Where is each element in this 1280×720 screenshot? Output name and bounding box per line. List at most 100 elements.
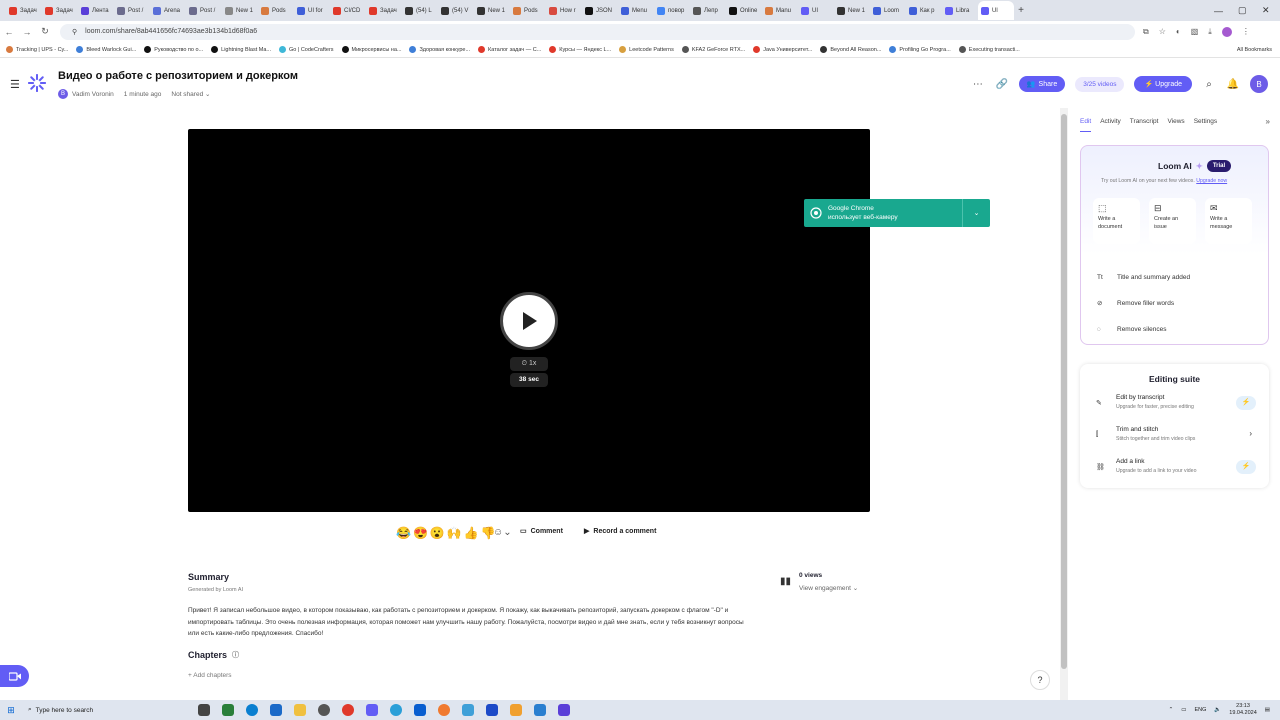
- add-link-row[interactable]: ⛓ Add a link Upgrade to add a link to yo…: [1096, 458, 1256, 482]
- hamburger-icon[interactable]: ☰: [10, 78, 20, 91]
- reaction-emoji[interactable]: 👍: [464, 526, 479, 540]
- view-engagement-dropdown[interactable]: View engagement ⌄: [799, 584, 858, 592]
- loom-logo-icon[interactable]: [28, 74, 46, 92]
- notifications-icon[interactable]: 🔔: [1226, 79, 1240, 90]
- reaction-emoji[interactable]: 😂: [396, 526, 411, 540]
- reaction-emoji[interactable]: 🙌: [447, 526, 462, 540]
- bookmark-item[interactable]: Руководство по о...: [144, 46, 203, 53]
- taskbar-search[interactable]: ⌕ Type here to search: [22, 706, 162, 714]
- ai-action-card[interactable]: ⊟ Create an issue: [1149, 198, 1196, 244]
- browser-tab[interactable]: Задач: [42, 1, 78, 20]
- browser-tab[interactable]: Задач: [6, 1, 42, 20]
- sidebar-tab-transcript[interactable]: Transcript: [1130, 118, 1159, 132]
- comment-button[interactable]: ▭ Comment: [520, 527, 563, 536]
- browser-tab[interactable]: Лента: [78, 1, 114, 20]
- ai-action-card[interactable]: ⬚ Write a document: [1093, 198, 1140, 244]
- sidebar-tab-views[interactable]: Views: [1167, 118, 1184, 132]
- bookmark-item[interactable]: Каталог задач — С...: [478, 46, 541, 53]
- browser-tab[interactable]: Pods: [510, 1, 546, 20]
- clock[interactable]: 23:13 19.04.2024: [1229, 703, 1257, 717]
- browser-tab[interactable]: Pods: [258, 1, 294, 20]
- browser-tab[interactable]: Как р: [906, 1, 942, 20]
- app-icon[interactable]: [366, 704, 378, 716]
- profile-icon[interactable]: [1221, 26, 1232, 37]
- info-icon[interactable]: ⓘ: [232, 650, 239, 660]
- site-info-icon[interactable]: ⚲: [72, 28, 77, 36]
- extension-icon[interactable]: ◐: [1176, 27, 1181, 36]
- browser-tab[interactable]: New 1: [222, 1, 258, 20]
- bookmark-item[interactable]: Go | CodeCrafters: [279, 46, 334, 53]
- all-bookmarks-button[interactable]: All Bookmarks: [1237, 47, 1272, 53]
- browser-tab[interactable]: (54) V: [438, 1, 474, 20]
- back-icon[interactable]: ←: [0, 27, 18, 37]
- bookmark-item[interactable]: Executing transacti...: [958, 46, 1020, 53]
- chevron-up-icon[interactable]: ⌃: [1169, 707, 1174, 713]
- upgrade-button[interactable]: ⚡ Upgrade: [1134, 76, 1192, 92]
- edit-by-transcript-row[interactable]: ✎ Edit by transcript Upgrade for faster,…: [1096, 394, 1256, 418]
- bookmark-item[interactable]: Bleed Warlock Gui...: [76, 46, 136, 53]
- bookmark-item[interactable]: Микросервисы на...: [341, 46, 401, 53]
- copy-link-icon[interactable]: 🔗: [995, 79, 1009, 90]
- store-icon[interactable]: [270, 704, 282, 716]
- bookmark-item[interactable]: Java Университет...: [753, 46, 812, 53]
- chevron-down-icon[interactable]: ⌄: [962, 199, 990, 227]
- sidebar-tab-activity[interactable]: Activity: [1100, 118, 1121, 132]
- sharing-dropdown[interactable]: Not shared ⌄: [171, 90, 210, 98]
- puzzle-icon[interactable]: ▧: [1191, 27, 1199, 36]
- app-icon[interactable]: [486, 704, 498, 716]
- bookmark-item[interactable]: Курсы — Яндекс L...: [549, 46, 611, 53]
- scrollbar[interactable]: [1060, 108, 1068, 700]
- browser-tab[interactable]: JSON: [582, 1, 618, 20]
- sidebar-tab-settings[interactable]: Settings: [1194, 118, 1218, 132]
- user-avatar[interactable]: B: [1250, 75, 1268, 93]
- task-view-icon[interactable]: [198, 704, 210, 716]
- help-button[interactable]: ?: [1030, 670, 1050, 690]
- scroll-thumb[interactable]: [1061, 114, 1067, 669]
- reload-icon[interactable]: ↻: [36, 26, 54, 37]
- collapse-sidebar-icon[interactable]: »: [1266, 117, 1270, 126]
- app-icon[interactable]: [318, 704, 330, 716]
- bookmark-item[interactable]: Profiling Go Progra...: [889, 46, 951, 53]
- browser-tab[interactable]: (54) L: [402, 1, 438, 20]
- browser-tab[interactable]: UI for: [294, 1, 330, 20]
- windows-start-icon[interactable]: ⊞: [0, 705, 22, 716]
- maximize-button[interactable]: ▢: [1238, 0, 1247, 21]
- zoom-icon[interactable]: [414, 704, 426, 716]
- app-icon[interactable]: [390, 704, 402, 716]
- browser-tab[interactable]: Post /: [114, 1, 150, 20]
- bookmark-item[interactable]: Leetcode Patterns: [619, 46, 674, 53]
- browser-tab[interactable]: повор: [654, 1, 690, 20]
- bookmark-item[interactable]: KFA2 GeForce RTX...: [681, 46, 745, 53]
- browser-tab[interactable]: CI/CD: [330, 1, 366, 20]
- browser-tab[interactable]: Arena: [150, 1, 186, 20]
- browser-tab[interactable]: Лепр: [690, 1, 726, 20]
- edge-icon[interactable]: [246, 704, 258, 716]
- author-name[interactable]: Vadim Voronin: [72, 91, 114, 98]
- search-icon[interactable]: ⌕: [1202, 79, 1216, 90]
- app-icon[interactable]: [438, 704, 450, 716]
- speed-control[interactable]: ⏲ 1x: [510, 357, 548, 371]
- browser-tab[interactable]: Menu: [618, 1, 654, 20]
- ai-feature-item[interactable]: ◌ Remove silences: [1097, 316, 1190, 342]
- browser-tab[interactable]: Online: [726, 1, 762, 20]
- lang-indicator[interactable]: ENG: [1194, 707, 1206, 713]
- browser-tab[interactable]: New 1: [834, 1, 870, 20]
- bookmark-item[interactable]: Beyond All Reason...: [820, 46, 881, 53]
- browser-tab[interactable]: Manu: [762, 1, 798, 20]
- cast-icon[interactable]: ⧉: [1143, 27, 1149, 37]
- network-icon[interactable]: ▭: [1181, 707, 1186, 713]
- video-title[interactable]: Видео о работе с репозиторием и докерком: [58, 70, 298, 82]
- record-video-fab[interactable]: [0, 665, 29, 687]
- browser-tab[interactable]: How r: [546, 1, 582, 20]
- download-icon[interactable]: ⤓: [1208, 27, 1212, 37]
- app-icon[interactable]: [510, 704, 522, 716]
- app-icon[interactable]: [222, 704, 234, 716]
- minimize-button[interactable]: —: [1214, 0, 1223, 21]
- ai-feature-item[interactable]: ⊘ Remove filler words: [1097, 290, 1190, 316]
- new-tab-button[interactable]: +: [1014, 5, 1028, 16]
- reaction-emoji[interactable]: 😮: [430, 526, 445, 540]
- add-chapters-link[interactable]: + Add chapters: [188, 672, 232, 679]
- reaction-emoji[interactable]: 😍: [413, 526, 428, 540]
- browser-tab[interactable]: New 1: [474, 1, 510, 20]
- record-comment-button[interactable]: ▶ Record a comment: [584, 527, 656, 536]
